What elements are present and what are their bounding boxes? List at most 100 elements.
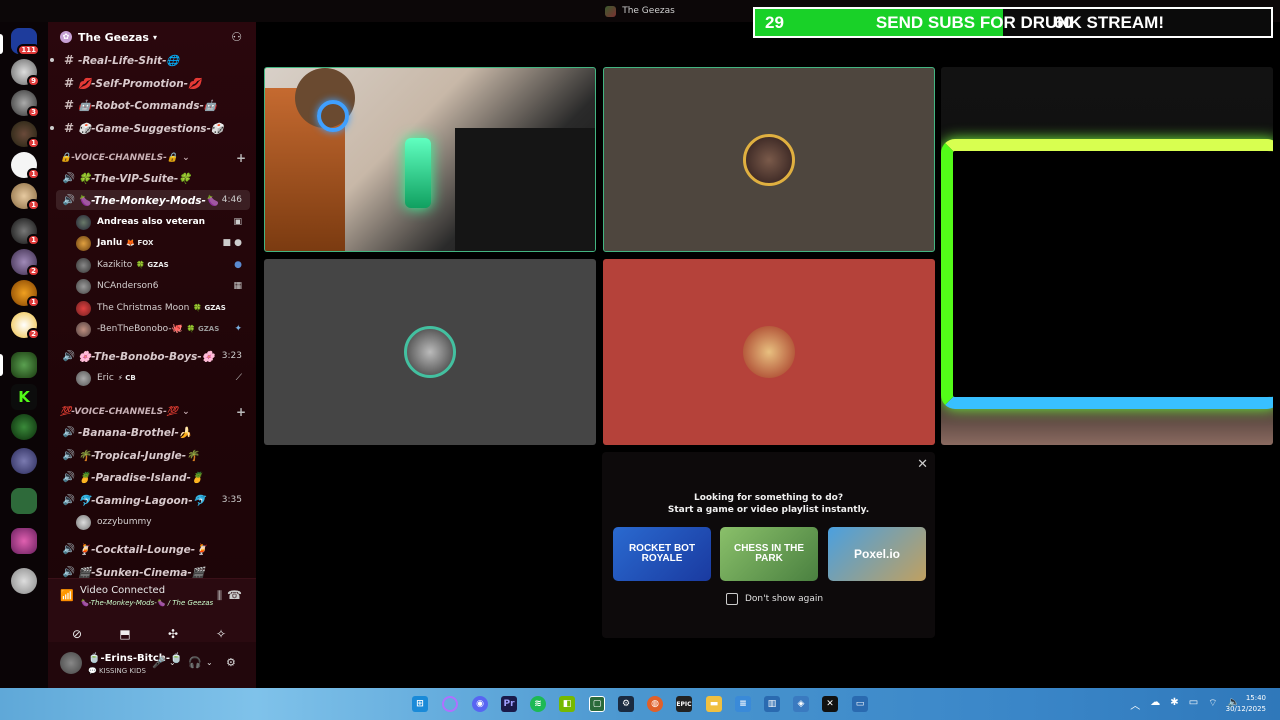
chevron-up-icon[interactable]: ︿ (1130, 697, 1140, 712)
voice-user[interactable]: ozzybummy (76, 512, 246, 532)
premiere-icon[interactable]: Pr (501, 696, 517, 712)
disconnect-icon[interactable]: ☎ (227, 588, 242, 602)
voice-channel[interactable]: 🔊 🍹-Cocktail-Lounge-🍹 (56, 539, 250, 559)
steam-icon[interactable]: ⚙ (618, 696, 634, 712)
server-icon[interactable]: 3 (11, 90, 40, 118)
server-icon[interactable] (11, 448, 37, 474)
voice-channel[interactable]: 🔊 -Banana-Brothel-🍌 (56, 422, 250, 442)
cortana-icon[interactable] (442, 696, 458, 712)
window-title: The Geezas (622, 6, 675, 16)
voice-user[interactable]: The Christmas Moon 🍀 GZAS (76, 298, 246, 318)
category-header[interactable]: 💯-VOICE-CHANNELS-💯 ⌄ + (60, 405, 246, 419)
voice-channel[interactable]: 🔊 🌸-The-Bonobo-Boys-🌸 3:23 (56, 346, 250, 366)
headphones-icon[interactable]: 🎧 (188, 656, 202, 669)
app-icon[interactable]: ◈ (793, 696, 809, 712)
avatar (76, 257, 91, 273)
voice-user[interactable]: Janlu 🦊 FOX ■ ● (76, 233, 246, 253)
voice-channel-path[interactable]: 🍆-The-Monkey-Mods-🍆 / The Geezas (80, 599, 213, 607)
server-icon[interactable]: 2 (11, 312, 40, 340)
stream-overlay-frame (941, 139, 1273, 409)
game-card-rocket-bot-royale[interactable]: ROCKET BOT ROYALE (613, 527, 711, 581)
category-label: 💯-VOICE-CHANNELS-💯 (60, 407, 179, 417)
voice-channel[interactable]: 🔊 🐬-Gaming-Lagoon-🐬 3:35 (56, 490, 250, 510)
activity-icon: ● (234, 260, 242, 270)
file-explorer-icon[interactable]: ▬ (706, 696, 722, 712)
video-tile-camera[interactable] (264, 67, 596, 252)
capcut-icon[interactable]: ✕ (822, 696, 838, 712)
game-card-poxel-io[interactable]: Poxel.io (828, 527, 926, 581)
add-channel-icon[interactable]: + (236, 405, 246, 419)
server-icon[interactable]: 1 (11, 280, 40, 308)
voice-channel[interactable]: 🔊 🍍-Paradise-Island-🍍 (56, 467, 250, 487)
activity-subheading: Start a game or video playlist instantly… (667, 505, 870, 515)
close-icon[interactable]: ✕ (917, 457, 928, 472)
server-icon[interactable]: 1 (11, 218, 40, 246)
video-tile-avatar[interactable] (603, 259, 935, 445)
wifi-icon[interactable]: ⌔ (1208, 697, 1217, 712)
server-icon[interactable] (11, 414, 37, 440)
text-channel[interactable]: # -Real-Life-Shit-🌐 (50, 50, 250, 70)
server-icon[interactable]: 2 (11, 249, 40, 277)
window-icon[interactable]: ▭ (852, 696, 868, 712)
noise-suppression-icon[interactable]: ⫼ (217, 589, 222, 603)
text-channel[interactable]: # 🤖-Robot-Commands-🤖 (56, 95, 250, 115)
server-folder[interactable] (11, 528, 37, 554)
start-button-icon[interactable]: ⊞ (412, 696, 428, 712)
avatar[interactable] (60, 652, 82, 674)
voice-user[interactable]: NCAnderson6 ▦ (76, 276, 246, 296)
voice-user[interactable]: Kazikito 🍀 GZAS ● (76, 255, 246, 275)
server-icon[interactable]: 1 (11, 183, 40, 211)
speaker-icon: 🔊 (62, 172, 76, 184)
discord-icon[interactable]: ◉ (472, 696, 488, 712)
notepad-icon[interactable]: ≡ (735, 696, 751, 712)
dont-show-again-checkbox[interactable] (726, 593, 738, 605)
voice-user[interactable]: Eric ⚡ CB ⟋ (76, 368, 246, 388)
voice-user[interactable]: Andreas also veteran ▣ (76, 212, 246, 232)
server-icon[interactable]: 1 (11, 152, 40, 180)
server-icon[interactable]: 1 (11, 121, 40, 149)
voice-channel[interactable]: 🔊 🌴-Tropical-Jungle-🌴 (56, 445, 250, 465)
active-pill (0, 34, 3, 54)
voice-channel[interactable]: 🔊 🍀-The-VIP-Suite-🍀 (56, 168, 250, 188)
channel-name: 🍀-The-VIP-Suite-🍀 (78, 172, 192, 185)
microphone-icon[interactable]: 🎤 (152, 656, 166, 669)
checkbox-label: Don't show again (745, 594, 824, 604)
settings-gear-icon[interactable]: ⚙ (226, 656, 236, 669)
user-name: ozzybummy (97, 517, 152, 527)
server-icon[interactable]: 9 (11, 59, 40, 87)
avatar (76, 278, 91, 294)
network-icon[interactable]: ☁ (1150, 697, 1160, 712)
spotify-icon[interactable]: ≋ (530, 696, 546, 712)
game-card-chess-in-the-park[interactable]: CHESS IN THE PARK (720, 527, 818, 581)
voice-user[interactable]: -BenTheBonobo-🐙 🍀 GZAS ✦ (76, 319, 246, 339)
video-tile-avatar[interactable] (603, 67, 935, 252)
display-icon[interactable]: ▭ (1189, 697, 1198, 712)
invite-people-icon[interactable]: ⚇ (231, 30, 242, 44)
server-folder[interactable] (11, 488, 37, 514)
store-icon[interactable]: ▥ (764, 696, 780, 712)
server-icon[interactable] (11, 568, 37, 594)
discord-active-icon[interactable]: ▢ (589, 696, 605, 712)
activity-heading: Looking for something to do? (693, 493, 844, 503)
chevron-down-icon[interactable]: ⌄ (169, 658, 176, 667)
nvidia-icon[interactable]: ◧ (559, 696, 575, 712)
epic-games-icon[interactable]: EPIC (676, 696, 692, 712)
category-header[interactable]: 🔒-VOICE-CHANNELS-🔒 ⌄ + (60, 151, 246, 165)
bluetooth-icon[interactable]: ✱ (1170, 697, 1178, 712)
voice-status[interactable]: Video Connected (80, 585, 165, 596)
text-channel[interactable]: # 🎲-Game-Suggestions-🎲 (50, 118, 250, 138)
server-header[interactable]: ✿ The Geezas ▾ ⚇ (48, 22, 256, 52)
add-channel-icon[interactable]: + (236, 151, 246, 165)
browser-icon[interactable]: ◍ (647, 696, 663, 712)
video-tile-stream[interactable] (941, 67, 1273, 445)
kick-icon[interactable]: K (11, 384, 37, 410)
text-channel[interactable]: # 💋-Self-Promotion-💋 (56, 73, 250, 93)
speaker-icon: 🔊 (62, 194, 76, 206)
signal-icon[interactable]: 📶 (60, 589, 74, 602)
video-tile-avatar[interactable] (264, 259, 596, 445)
home-button[interactable]: 111 (11, 28, 40, 56)
voice-channel-active[interactable]: 🔊 🍆-The-Monkey-Mods-🍆 4:46 (56, 190, 250, 210)
chevron-down-icon[interactable]: ⌄ (206, 658, 213, 667)
system-clock[interactable]: 15:40 30/12/2025 (1226, 693, 1266, 715)
server-icon-geezas[interactable] (11, 352, 37, 378)
